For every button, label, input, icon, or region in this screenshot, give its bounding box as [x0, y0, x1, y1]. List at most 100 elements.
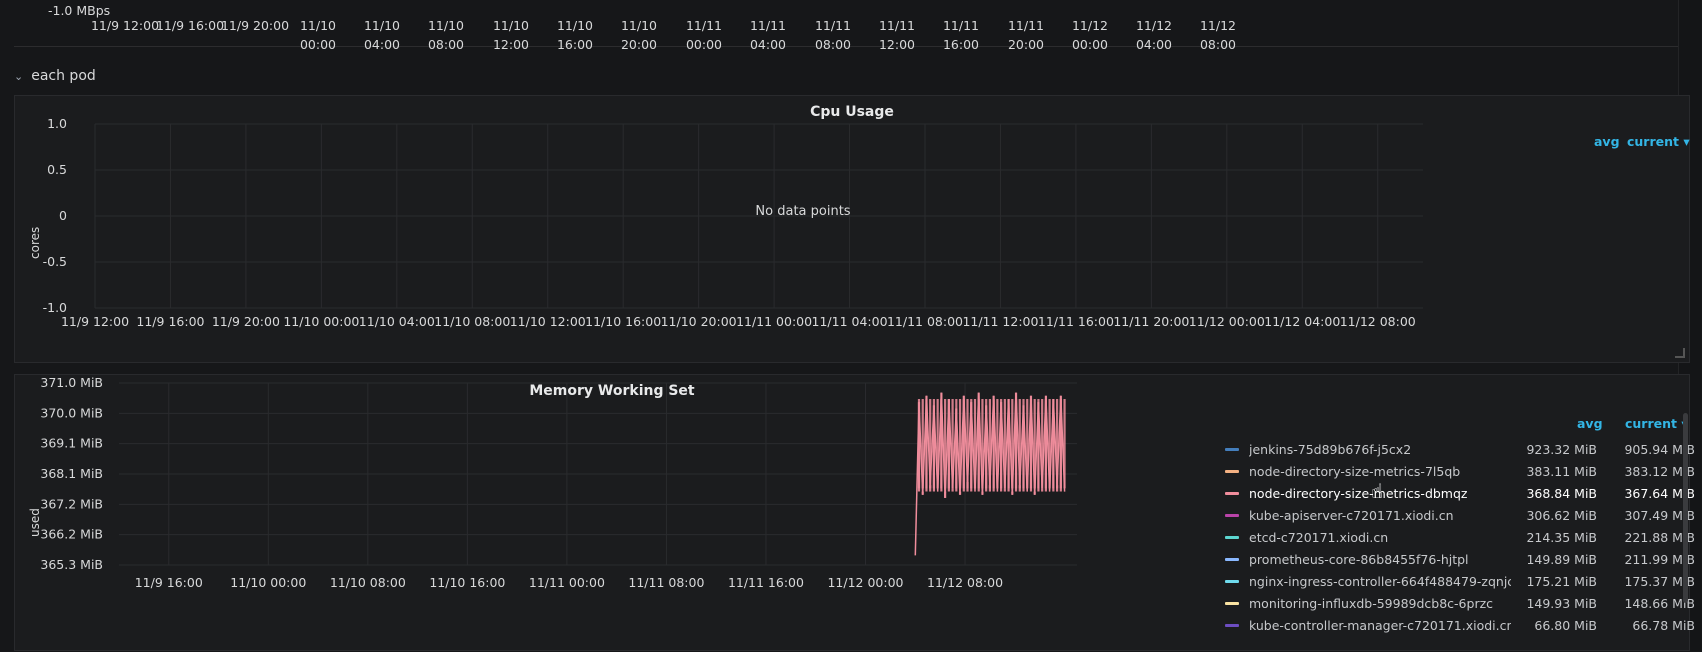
- x-tick-line1: 11/11: [749, 18, 787, 33]
- legend-avg-value: 175.21 MiB: [1526, 573, 1597, 589]
- legend-avg-header[interactable]: avg: [1577, 416, 1603, 431]
- x-tick-line1: 11/10: [556, 18, 594, 33]
- x-tick-line1: 11/12: [1071, 18, 1109, 33]
- legend-swatch[interactable]: [1225, 623, 1239, 627]
- x-tick-line2: 12:00: [492, 37, 530, 52]
- x-tick-label: 11/9 12:00: [91, 16, 159, 35]
- legend-series-name: kube-apiserver-c720171.xiodi.cn: [1249, 507, 1454, 523]
- x-tick-label: 11/10 00:00: [283, 314, 359, 329]
- x-tick-line1: 11/10: [427, 18, 465, 33]
- x-tick-label: 11/10 16:00: [585, 314, 661, 329]
- legend-current-value: 175.37 MiB: [1624, 573, 1695, 589]
- legend-item[interactable]: prometheus-core-86b8455f76-hjtpl 149.89 M…: [1225, 548, 1695, 570]
- y-axis-label: cores: [28, 226, 42, 259]
- x-tick-label: 11/10 16:00: [429, 575, 505, 590]
- x-tick-label: 11/12 00:00: [1072, 16, 1108, 54]
- x-tick-line2: 08:00: [814, 37, 852, 52]
- legend-current-header[interactable]: current ▾: [1627, 134, 1690, 149]
- x-tick-line1: 11/12: [1199, 18, 1237, 33]
- cpu-usage-panel[interactable]: Cpu Usage 1.0 0.5 0 -0.5 -1.0 11/9 12:00 11/9 …: [14, 95, 1690, 363]
- legend-avg-value: 368.84 MiB: [1526, 485, 1597, 501]
- x-tick-label: 11/10 00:00: [300, 16, 336, 54]
- previous-panel-axis: -1.0 MBps 11/9 12:00 11/9 16:00 11/9 20:00…: [14, 0, 1688, 52]
- x-tick-label: 11/11 12:00: [962, 314, 1038, 329]
- x-tick-label: 11/12 04:00: [1136, 16, 1172, 54]
- x-tick-line1: 11/11: [1007, 18, 1045, 33]
- y-tick-label: 369.1 MiB: [40, 436, 103, 451]
- legend-item[interactable]: monitoring-influxdb-59989dcb8c-6przc 149.…: [1225, 592, 1695, 614]
- x-tick-label: 11/11 00:00: [529, 575, 605, 590]
- memory-working-set-panel[interactable]: Memory Working Set 371.0 MiB 370.0 MiB 369…: [14, 374, 1695, 651]
- legend-item[interactable]: node-directory-size-metrics-dbmqz 368.84 …: [1225, 482, 1695, 504]
- legend-swatch[interactable]: [1225, 535, 1239, 539]
- chevron-down-icon: ⌄: [14, 69, 24, 83]
- x-tick-label: 11/12 08:00: [1340, 314, 1416, 329]
- legend-item[interactable]: node-directory-size-metrics-7l5qb 383.11 …: [1225, 460, 1695, 482]
- x-tick-label: 11/9 16:00: [156, 16, 224, 35]
- x-tick-line1: 11/11: [814, 18, 852, 33]
- x-tick-label: 11/11 16:00: [943, 16, 979, 54]
- memory-chart: 371.0 MiB 370.0 MiB 369.1 MiB 368.1 MiB 367.…: [40, 375, 1077, 590]
- x-tick-line2: 04:00: [1135, 37, 1173, 52]
- legend-swatch[interactable]: [1225, 491, 1239, 495]
- legend-item[interactable]: jenkins-75d89b676f-j5cx2 923.32 MiB 905.94…: [1225, 438, 1695, 460]
- legend-avg-header[interactable]: avg: [1594, 134, 1620, 149]
- x-tick-label: 11/9 16:00: [135, 575, 203, 590]
- x-tick-line2: 16:00: [556, 37, 594, 52]
- no-data-message: No data points: [755, 204, 851, 219]
- legend-current-value: 221.88 MiB: [1624, 529, 1695, 545]
- legend-scrollbar[interactable]: [1683, 413, 1688, 603]
- x-tick-label: 11/12 08:00: [1200, 16, 1236, 54]
- legend-item[interactable]: nginx-ingress-controller-664f488479-zqnj…: [1225, 570, 1695, 592]
- mouse-pointer-hand-icon: ☝: [1371, 479, 1384, 503]
- legend-item[interactable]: kube-controller-manager-c720171.xiodi.cn…: [1225, 614, 1695, 636]
- x-tick-line1: 11/11: [942, 18, 980, 33]
- x-tick-line2: 00:00: [1071, 37, 1109, 52]
- y-tick-label: 367.2 MiB: [40, 496, 103, 511]
- cpu-chart: 1.0 0.5 0 -0.5 -1.011/9 12:00 11/9 16:00 11/9 …: [43, 116, 1423, 329]
- legend-avg-value: 214.35 MiB: [1526, 529, 1597, 545]
- x-tick-line2: 04:00: [749, 37, 787, 52]
- x-tick-line2: 08:00: [427, 37, 465, 52]
- x-tick-line1: 11/9 16:00: [155, 18, 225, 33]
- y-tick-label: 366.2 MiB: [40, 527, 103, 542]
- legend-item[interactable]: etcd-c720171.xiodi.cn 214.35 MiB 221.88 Mi…: [1225, 526, 1695, 548]
- y-tick-label: -0.5: [43, 254, 67, 269]
- legend-swatch[interactable]: [1225, 601, 1239, 605]
- legend-item[interactable]: kube-apiserver-c720171.xiodi.cn 306.62 Mi…: [1225, 504, 1695, 526]
- legend-swatch[interactable]: [1225, 557, 1239, 561]
- y-tick-label: 368.1 MiB: [40, 466, 103, 481]
- x-tick-line1: 11/11: [685, 18, 723, 33]
- legend-avg-value: 149.89 MiB: [1526, 551, 1597, 567]
- y-tick-label: -1.0: [43, 300, 67, 315]
- x-tick-label: 11/11 12:00: [879, 16, 915, 54]
- legend-current-header[interactable]: current ▾: [1625, 416, 1688, 431]
- x-tick-label: 11/12 00:00: [1189, 314, 1265, 329]
- x-tick-label: 11/10 00:00: [230, 575, 306, 590]
- legend-current-value: 148.66 MiB: [1624, 595, 1695, 611]
- x-tick-line1: 11/12: [1135, 18, 1173, 33]
- y-tick-label: 371.0 MiB: [40, 375, 103, 390]
- legend-swatch[interactable]: [1225, 513, 1239, 517]
- x-tick-label: 11/10 12:00: [493, 16, 529, 54]
- x-tick-line1: 11/10: [492, 18, 530, 33]
- panel-resize-handle[interactable]: [1675, 348, 1685, 358]
- x-tick-label: 11/11 16:00: [728, 575, 804, 590]
- legend-current-value: 211.99 MiB: [1624, 551, 1695, 567]
- row-header-each-pod[interactable]: ⌄ each pod: [14, 60, 96, 92]
- x-tick-label: 11/10 08:00: [330, 575, 406, 590]
- x-tick-label: 11/10 08:00: [428, 16, 464, 54]
- x-tick-line1: 11/11: [878, 18, 916, 33]
- x-tick-label: 11/11 08:00: [815, 16, 851, 54]
- x-tick-label: 11/11 04:00: [812, 314, 888, 329]
- legend-swatch[interactable]: [1225, 579, 1239, 583]
- x-tick-label: 11/9 12:00: [61, 314, 129, 329]
- legend-swatch[interactable]: [1225, 447, 1239, 451]
- legend-swatch[interactable]: [1225, 469, 1239, 473]
- legend-avg-value: 923.32 MiB: [1526, 441, 1597, 457]
- x-tick-label: 11/10 16:00: [557, 16, 593, 54]
- legend-current-value: 367.64 MiB: [1624, 485, 1695, 501]
- legend-series-name: monitoring-influxdb-59989dcb8c-6przc: [1249, 595, 1494, 611]
- x-tick-label: 11/12 00:00: [827, 575, 903, 590]
- legend-series-name: nginx-ingress-controller-664f488479-zqnj…: [1249, 573, 1511, 589]
